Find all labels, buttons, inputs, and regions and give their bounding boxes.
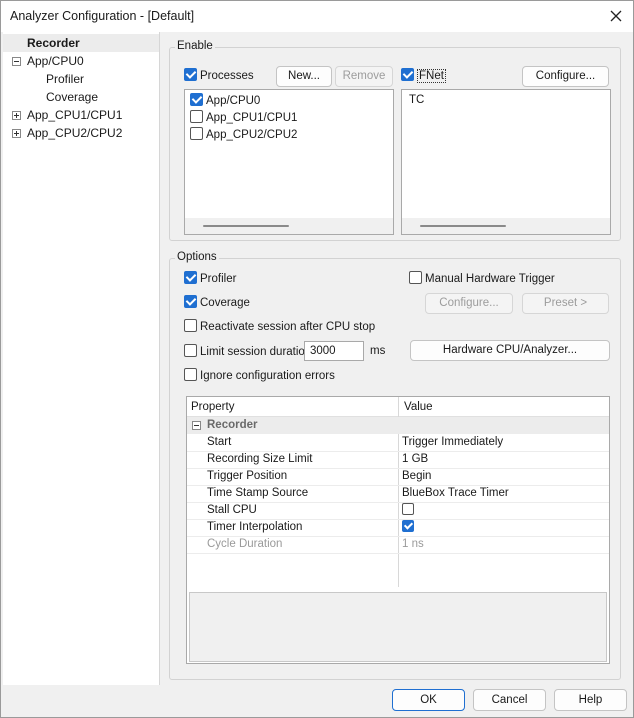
- grid-row-start-value[interactable]: Trigger Immediately: [402, 434, 503, 451]
- processes-checkbox[interactable]: Processes: [184, 68, 254, 84]
- grid-row-timer-interp-value[interactable]: [402, 519, 414, 536]
- scrollbar-thumb[interactable]: [420, 225, 506, 227]
- property-description-pane: [189, 592, 607, 662]
- scrollbar-thumb[interactable]: [203, 225, 289, 227]
- reactivate-label: Reactivate session after CPU stop: [200, 321, 376, 333]
- checkbox-unchecked-icon: [184, 368, 197, 381]
- options-group-label: Options: [175, 251, 219, 263]
- navigation-tree[interactable]: Recorder App/CPU0 Profiler Coverage App_…: [3, 32, 160, 685]
- grid-row-time-stamp-value[interactable]: BlueBox Trace Timer: [402, 485, 509, 502]
- fnet-configure-button[interactable]: Configure...: [522, 66, 609, 87]
- cancel-button[interactable]: Cancel: [473, 689, 546, 711]
- grid-row-start-property: Start: [207, 436, 232, 448]
- tree-item-label: App_CPU2/CPU2: [27, 126, 123, 140]
- expand-icon[interactable]: [12, 111, 21, 120]
- tree-item-label: Recorder: [27, 36, 80, 50]
- coverage-checkbox[interactable]: Coverage: [184, 295, 250, 311]
- close-icon[interactable]: [607, 7, 625, 25]
- limit-duration-checkbox[interactable]: Limit session duration: [184, 344, 311, 360]
- process-list[interactable]: App/CPU0 App_CPU1/CPU1 App_CPU2/CPU2: [184, 89, 394, 235]
- new-process-button[interactable]: New...: [276, 66, 332, 87]
- process-name: App_CPU1/CPU1: [206, 112, 298, 124]
- tree-item-label: Profiler: [46, 72, 85, 86]
- property-grid[interactable]: Property Value Recorder Start Trigger Im…: [186, 396, 610, 664]
- fnet-list-item[interactable]: TC: [409, 92, 424, 109]
- process-list-item[interactable]: App_CPU2/CPU2: [190, 127, 297, 143]
- tree-item-label: App/CPU0: [27, 54, 84, 68]
- tree-item-coverage[interactable]: Coverage: [46, 88, 98, 106]
- tree-item-app-cpu2[interactable]: App_CPU2/CPU2: [27, 124, 122, 142]
- value-column-header[interactable]: Value: [404, 399, 433, 416]
- checkbox-checked-icon: [184, 295, 197, 308]
- remove-process-button[interactable]: Remove: [335, 66, 393, 87]
- hardware-analyzer-button[interactable]: Hardware CPU/Analyzer...: [410, 340, 610, 361]
- tree-item-recorder[interactable]: Recorder: [3, 34, 159, 52]
- enable-group-label: Enable: [175, 40, 215, 52]
- help-button[interactable]: Help: [554, 689, 627, 711]
- checkbox-checked-icon: [401, 68, 414, 81]
- duration-unit: ms: [370, 345, 386, 357]
- preset-button[interactable]: Preset >: [522, 293, 609, 314]
- tree-item-profiler[interactable]: Profiler: [46, 70, 84, 88]
- collapse-icon[interactable]: [12, 57, 21, 66]
- checkbox-unchecked-icon: [184, 344, 197, 357]
- checkbox-unchecked-icon: [184, 319, 197, 332]
- checkbox-unchecked-icon: [190, 127, 203, 140]
- tree-item-label: App_CPU1/CPU1: [27, 108, 123, 122]
- category-label: Recorder: [207, 419, 258, 431]
- analyzer-configuration-dialog: Analyzer Configuration - [Default] Recor…: [0, 0, 634, 718]
- tree-item-app-cpu0[interactable]: App/CPU0: [27, 52, 84, 70]
- grid-row-size-limit-property: Recording Size Limit: [207, 453, 313, 465]
- profiler-checkbox[interactable]: Profiler: [184, 271, 236, 287]
- checkbox-unchecked-icon: [409, 271, 422, 284]
- ok-button[interactable]: OK: [392, 689, 465, 711]
- grid-row-trigger-position-property: Trigger Position: [207, 470, 288, 482]
- limit-duration-label: Limit session duration: [200, 346, 312, 358]
- expand-icon[interactable]: [12, 129, 21, 138]
- process-name: App/CPU0: [206, 95, 261, 107]
- process-name: App_CPU2/CPU2: [206, 129, 298, 141]
- coverage-label: Coverage: [200, 297, 250, 309]
- checkbox-checked-icon[interactable]: [402, 520, 414, 532]
- manual-trigger-label: Manual Hardware Trigger: [425, 273, 555, 285]
- grid-row-trigger-position-value[interactable]: Begin: [402, 468, 431, 485]
- collapse-icon[interactable]: [192, 421, 201, 430]
- grid-row-cycle-duration-property: Cycle Duration: [207, 538, 283, 550]
- process-list-item[interactable]: App/CPU0: [190, 93, 260, 109]
- checkbox-checked-icon: [184, 271, 197, 284]
- horizontal-scrollbar[interactable]: [185, 218, 393, 234]
- checkbox-unchecked-icon: [190, 110, 203, 123]
- duration-input[interactable]: 3000: [304, 341, 364, 361]
- horizontal-scrollbar[interactable]: [402, 218, 610, 234]
- tree-item-app-cpu1[interactable]: App_CPU1/CPU1: [27, 106, 122, 124]
- window-title: Analyzer Configuration - [Default]: [10, 9, 195, 23]
- tree-item-label: Coverage: [46, 90, 99, 104]
- trigger-configure-button[interactable]: Configure...: [425, 293, 513, 314]
- property-column-header[interactable]: Property: [191, 399, 234, 416]
- grid-row-time-stamp-property: Time Stamp Source: [207, 487, 309, 499]
- grid-row-timer-interp-property: Timer Interpolation: [207, 521, 303, 533]
- checkbox-checked-icon: [184, 68, 197, 81]
- manual-trigger-checkbox[interactable]: Manual Hardware Trigger: [409, 271, 555, 287]
- process-list-item[interactable]: App_CPU1/CPU1: [190, 110, 297, 126]
- ignore-errors-label: Ignore configuration errors: [200, 370, 335, 382]
- checkbox-checked-icon: [190, 93, 203, 106]
- processes-label: Processes: [200, 70, 254, 82]
- ignore-errors-checkbox[interactable]: Ignore configuration errors: [184, 368, 335, 384]
- grid-row-size-limit-value[interactable]: 1 GB: [402, 451, 428, 468]
- grid-row-cycle-duration-value: 1 ns: [402, 538, 424, 550]
- title-bar: Analyzer Configuration - [Default]: [1, 1, 633, 32]
- profiler-label: Profiler: [200, 273, 237, 285]
- row-separator: [187, 553, 609, 554]
- reactivate-checkbox[interactable]: Reactivate session after CPU stop: [184, 319, 375, 335]
- grid-row-stall-cpu-value[interactable]: [402, 502, 414, 519]
- fnet-list[interactable]: TC: [401, 89, 611, 235]
- checkbox-unchecked-icon[interactable]: [402, 503, 414, 515]
- fnet-checkbox[interactable]: FNet: [401, 68, 446, 84]
- grid-row-stall-cpu-property: Stall CPU: [207, 504, 257, 516]
- fnet-label: FNet: [417, 69, 446, 83]
